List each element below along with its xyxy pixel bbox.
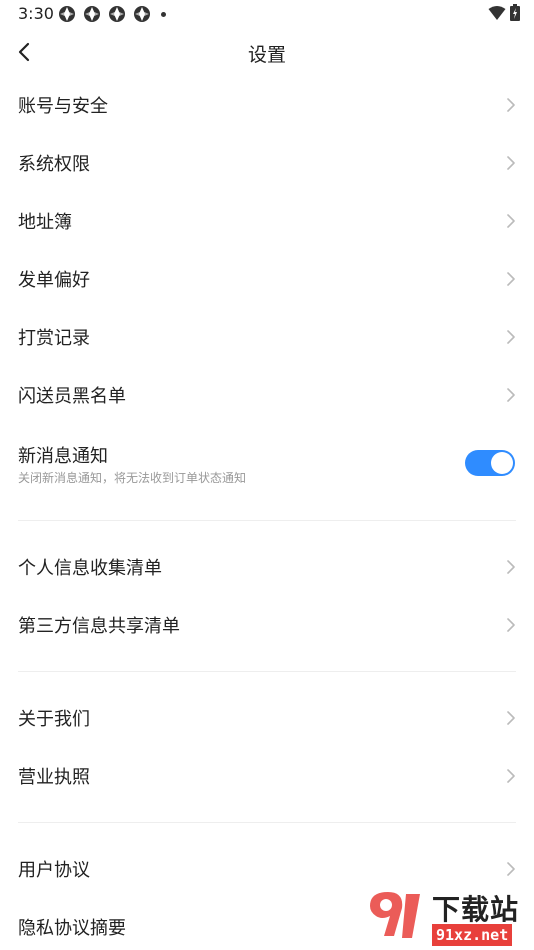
menu-item-system-permissions[interactable]: 系统权限	[0, 134, 534, 192]
menu-item-address-book[interactable]: 地址簿	[0, 192, 534, 250]
menu-item-label: 用户协议	[18, 860, 90, 881]
app-notification-icon	[109, 6, 125, 22]
chevron-right-icon	[507, 711, 515, 725]
menu-item-label: 隐私协议摘要	[18, 918, 126, 939]
app-notification-icon	[134, 6, 150, 22]
chevron-right-icon	[507, 330, 515, 344]
watermark-title: 下载站	[432, 893, 520, 926]
watermark: 下载站 91xz.net	[362, 884, 534, 950]
menu-item-label: 第三方信息共享清单	[18, 616, 180, 637]
app-notification-icon	[84, 6, 100, 22]
nav-bar: 设置	[0, 28, 534, 76]
menu-item-description: 关闭新消息通知，将无法收到订单状态通知	[18, 471, 247, 485]
chevron-right-icon	[507, 769, 515, 783]
watermark-logo-icon	[370, 892, 420, 938]
menu-item-third-party-sharing-list[interactable]: 第三方信息共享清单	[0, 596, 534, 654]
menu-item-label: 发单偏好	[18, 270, 90, 291]
chevron-right-icon	[507, 618, 515, 632]
section-divider	[18, 822, 516, 823]
chevron-right-icon	[507, 98, 515, 112]
menu-item-order-preferences[interactable]: 发单偏好	[0, 250, 534, 308]
new-message-notification-toggle[interactable]	[465, 450, 515, 476]
menu-item-about-us[interactable]: 关于我们	[0, 689, 534, 747]
menu-item-label: 关于我们	[18, 709, 90, 730]
menu-item-new-message-notification: 新消息通知 关闭新消息通知，将无法收到订单状态通知	[0, 424, 534, 504]
chevron-right-icon	[507, 560, 515, 574]
chevron-right-icon	[507, 388, 515, 402]
watermark-url: 91xz.net	[432, 924, 513, 946]
status-bar: 3:30	[0, 0, 534, 28]
chevron-right-icon	[507, 156, 515, 170]
menu-item-label: 地址簿	[18, 212, 72, 233]
menu-item-label: 账号与安全	[18, 96, 108, 117]
more-notifications-dot-icon	[161, 11, 166, 17]
menu-item-label: 闪送员黑名单	[18, 386, 126, 407]
menu-item-tip-records[interactable]: 打赏记录	[0, 308, 534, 366]
menu-item-label: 新消息通知	[18, 446, 108, 467]
page-title: 设置	[247, 44, 286, 66]
chevron-right-icon	[507, 272, 515, 286]
toggle-knob	[491, 452, 513, 474]
menu-item-business-license[interactable]: 营业执照	[0, 747, 534, 805]
wifi-icon	[488, 5, 506, 20]
app-notification-icon	[59, 6, 75, 22]
status-right	[488, 4, 520, 21]
menu-item-courier-blacklist[interactable]: 闪送员黑名单	[0, 366, 534, 424]
chevron-right-icon	[507, 214, 515, 228]
menu-item-label: 打赏记录	[18, 328, 90, 349]
menu-item-label: 系统权限	[18, 154, 90, 175]
notification-icons	[58, 5, 166, 23]
menu-item-label: 营业执照	[18, 767, 90, 788]
chevron-right-icon	[507, 862, 515, 876]
menu-item-account-security[interactable]: 账号与安全	[0, 76, 534, 134]
battery-charging-icon	[510, 4, 520, 21]
status-time: 3:30	[18, 4, 54, 23]
section-divider	[18, 671, 516, 672]
menu-item-label: 个人信息收集清单	[18, 558, 162, 579]
section-divider	[18, 520, 516, 521]
menu-item-personal-info-list[interactable]: 个人信息收集清单	[0, 538, 534, 596]
